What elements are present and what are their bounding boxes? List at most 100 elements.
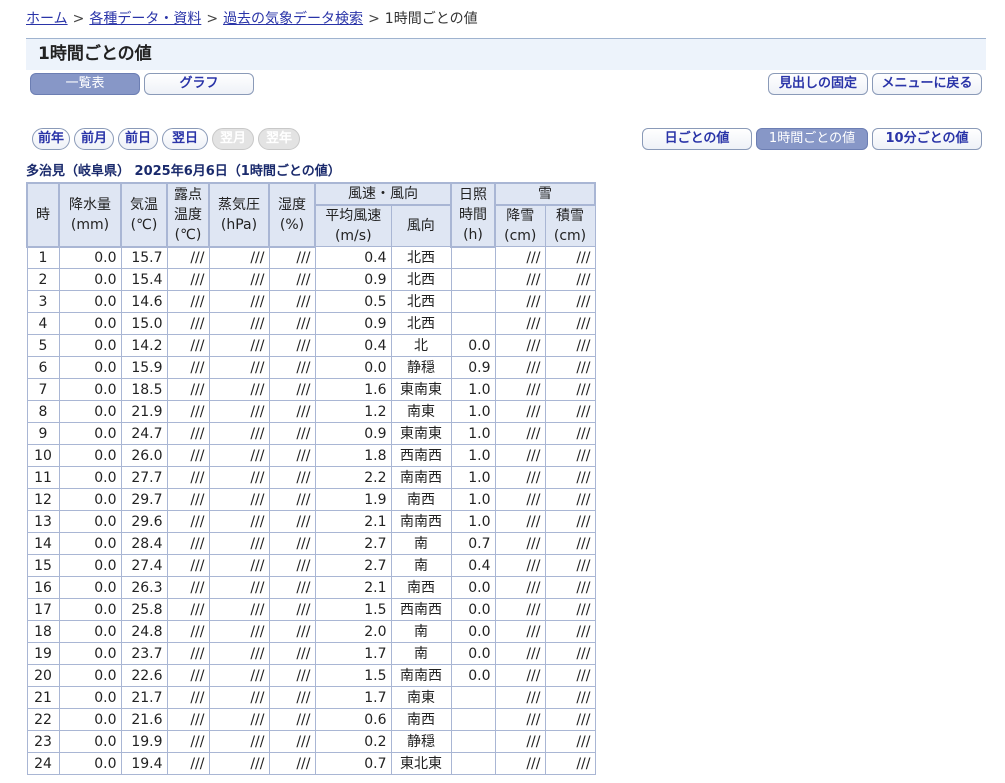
cell-vapor: ///	[208, 510, 270, 533]
table-row: 18 0.0 24.8/////////2.0 南 0.0//////	[26, 620, 596, 643]
page-title: 1時間ごとの値	[26, 38, 986, 70]
cell-wind-speed: 0.9	[314, 422, 392, 445]
cell-dewpoint: ///	[166, 356, 210, 379]
prev-month-button[interactable]: 前月	[74, 128, 114, 150]
cell-precip: 0.0	[58, 752, 122, 775]
cell-temp: 24.8	[120, 620, 168, 643]
cell-vapor: ///	[208, 246, 270, 269]
cell-sunshine: 1.0	[450, 466, 496, 489]
cell-sunshine	[450, 708, 496, 731]
cell-snowfall: ///	[494, 532, 546, 555]
table-row: 16 0.0 26.3/////////2.1 南西 0.0//////	[26, 576, 596, 599]
header-snowfall: 降雪 (cm)	[494, 204, 546, 247]
cell-precip: 0.0	[58, 576, 122, 599]
header-hour: 時	[26, 182, 60, 248]
cell-sunshine	[450, 246, 496, 269]
cell-temp: 19.4	[120, 752, 168, 775]
ten-min-values-button[interactable]: 10分ごとの値	[872, 128, 982, 150]
cell-wind-dir: 北	[390, 334, 452, 357]
cell-snowdepth: ///	[544, 378, 596, 401]
cell-snowdepth: ///	[544, 708, 596, 731]
breadcrumb-home-link[interactable]: ホーム	[26, 11, 68, 27]
cell-vapor: ///	[208, 312, 270, 335]
cell-dewpoint: ///	[166, 290, 210, 313]
cell-wind-speed: 2.2	[314, 466, 392, 489]
daily-values-button[interactable]: 日ごとの値	[642, 128, 752, 150]
cell-precip: 0.0	[58, 334, 122, 357]
cell-temp: 27.4	[120, 554, 168, 577]
cell-vapor: ///	[208, 642, 270, 665]
cell-hour: 12	[26, 488, 60, 511]
prev-day-button[interactable]: 前日	[118, 128, 158, 150]
cell-vapor: ///	[208, 686, 270, 709]
graph-view-button[interactable]: グラフ	[144, 73, 254, 95]
cell-wind-dir: 南	[390, 554, 452, 577]
table-row: 22 0.0 21.6/////////0.6 南西//////	[26, 708, 596, 731]
table-row: 23 0.0 19.9/////////0.2 静穏//////	[26, 730, 596, 753]
cell-hour: 22	[26, 708, 60, 731]
cell-temp: 14.6	[120, 290, 168, 313]
cell-snowfall: ///	[494, 378, 546, 401]
cell-wind-speed: 1.2	[314, 400, 392, 423]
cell-hour: 8	[26, 400, 60, 423]
cell-humidity: ///	[268, 730, 316, 753]
cell-temp: 24.7	[120, 422, 168, 445]
cell-vapor: ///	[208, 356, 270, 379]
cell-wind-dir: 北西	[390, 246, 452, 269]
header-snowdepth: 積雪 (cm)	[544, 204, 596, 247]
table-row: 13 0.0 29.6/////////2.1 南南西 1.0//////	[26, 510, 596, 533]
cell-vapor: ///	[208, 598, 270, 621]
cell-humidity: ///	[268, 334, 316, 357]
cell-wind-speed: 1.7	[314, 642, 392, 665]
cell-hour: 15	[26, 554, 60, 577]
table-row: 14 0.0 28.4/////////2.7 南 0.7//////	[26, 532, 596, 555]
cell-snowfall: ///	[494, 268, 546, 291]
cell-precip: 0.0	[58, 378, 122, 401]
cell-temp: 18.5	[120, 378, 168, 401]
cell-hour: 1	[26, 246, 60, 269]
cell-humidity: ///	[268, 378, 316, 401]
breadcrumb-data-link[interactable]: 各種データ・資料	[89, 11, 201, 27]
cell-vapor: ///	[208, 620, 270, 643]
header-sunshine: 日照 時間 (h)	[450, 182, 496, 248]
cell-precip: 0.0	[58, 466, 122, 489]
cell-hour: 13	[26, 510, 60, 533]
cell-precip: 0.0	[58, 554, 122, 577]
cell-precip: 0.0	[58, 422, 122, 445]
prev-year-button[interactable]: 前年	[32, 128, 70, 150]
cell-snowfall: ///	[494, 664, 546, 687]
cell-wind-dir: 西南西	[390, 598, 452, 621]
cell-wind-speed: 2.7	[314, 554, 392, 577]
cell-snowfall: ///	[494, 686, 546, 709]
cell-wind-dir: 東南東	[390, 422, 452, 445]
cell-wind-dir: 西南西	[390, 444, 452, 467]
cell-snowdepth: ///	[544, 686, 596, 709]
cell-sunshine: 0.0	[450, 620, 496, 643]
cell-vapor: ///	[208, 378, 270, 401]
table-row: 1 0.0 15.7/////////0.4 北西//////	[26, 246, 596, 269]
cell-temp: 15.7	[120, 246, 168, 269]
cell-temp: 21.9	[120, 400, 168, 423]
cell-sunshine: 0.0	[450, 642, 496, 665]
back-to-menu-button[interactable]: メニューに戻る	[872, 73, 982, 95]
cell-sunshine	[450, 686, 496, 709]
table-row: 6 0.0 15.9/////////0.0 静穏 0.9//////	[26, 356, 596, 379]
cell-hour: 4	[26, 312, 60, 335]
cell-snowdepth: ///	[544, 510, 596, 533]
cell-wind-speed: 0.4	[314, 334, 392, 357]
list-view-button[interactable]: 一覧表	[30, 73, 140, 95]
cell-humidity: ///	[268, 444, 316, 467]
next-day-button[interactable]: 翌日	[162, 128, 208, 150]
cell-snowfall: ///	[494, 708, 546, 731]
cell-humidity: ///	[268, 400, 316, 423]
cell-snowdepth: ///	[544, 598, 596, 621]
hourly-values-button[interactable]: 1時間ごとの値	[756, 128, 868, 150]
cell-sunshine: 0.0	[450, 334, 496, 357]
breadcrumb-search-link[interactable]: 過去の気象データ検索	[223, 11, 363, 27]
cell-dewpoint: ///	[166, 466, 210, 489]
fix-header-button[interactable]: 見出しの固定	[768, 73, 868, 95]
cell-dewpoint: ///	[166, 444, 210, 467]
table-row: 2 0.0 15.4/////////0.9 北西//////	[26, 268, 596, 291]
breadcrumb-separator: >	[368, 11, 380, 27]
cell-hour: 17	[26, 598, 60, 621]
